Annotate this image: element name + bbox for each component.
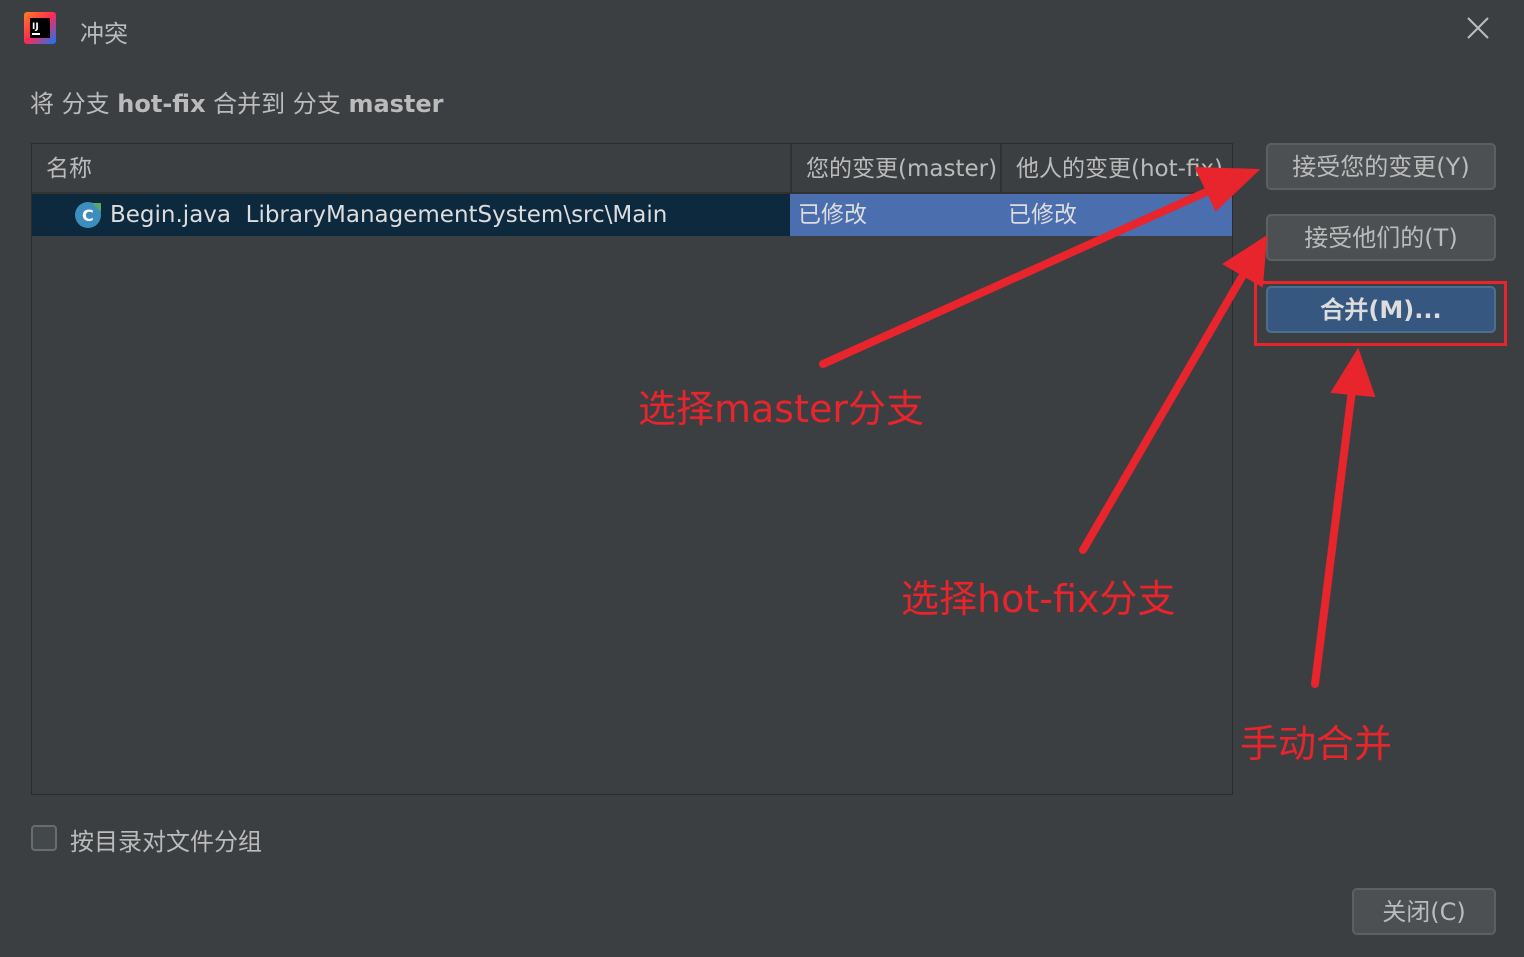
arrow-to-merge	[1311, 386, 1356, 688]
arrow-to-accept-yours	[819, 184, 1219, 368]
arrow-to-accept-theirs	[1079, 271, 1247, 554]
annotation-select-hotfix: 选择hot-fix分支	[901, 577, 1176, 621]
annotation-select-master: 选择master分支	[638, 387, 925, 431]
annotation-manual-merge: 手动合并	[1240, 722, 1393, 766]
arrow-head-merge	[1330, 347, 1376, 398]
annotation-arrows	[819, 166, 1376, 688]
arrow-head-accept-yours	[1194, 166, 1261, 212]
